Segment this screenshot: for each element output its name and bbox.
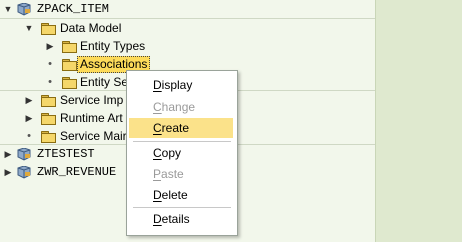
menu-item-display[interactable]: Display [129, 75, 233, 95]
collapse-arrow-icon[interactable]: ▶ [45, 37, 55, 55]
leaf-dot-icon: • [27, 130, 31, 142]
folder-icon [41, 95, 56, 107]
service-project-icon [17, 148, 31, 161]
menu-item-copy[interactable]: Copy [129, 143, 233, 163]
detail-pane [375, 0, 462, 242]
menu-separator [133, 141, 231, 142]
collapse-arrow-icon[interactable]: ▶ [24, 91, 34, 109]
tree-node-label: ZWR_REVENUE [37, 165, 117, 179]
collapse-arrow-icon[interactable]: ▶ [24, 109, 34, 127]
tree-node-label: Service Imp [60, 93, 124, 107]
tree-node-entity-types[interactable]: ▶ Entity Types [0, 37, 375, 55]
leaf-dot-icon: • [48, 76, 52, 88]
menu-item-label: Display [153, 78, 193, 92]
tree-node-zpack-item[interactable]: ▼ ZPACK_ITEM [0, 0, 375, 18]
tree-node-label: ZTESTEST [37, 147, 95, 161]
service-project-icon [17, 3, 31, 16]
menu-item-label: Create [153, 121, 190, 135]
folder-icon [62, 77, 77, 89]
tree-node-label: Entity Se [80, 75, 129, 89]
collapse-arrow-icon[interactable]: ▶ [3, 145, 13, 163]
tree-node-label: Data Model [60, 21, 122, 35]
menu-item-label: Copy [153, 146, 182, 160]
service-project-icon [17, 166, 31, 179]
menu-separator [133, 207, 231, 208]
menu-item-create[interactable]: Create [129, 118, 233, 138]
folder-icon [41, 23, 56, 35]
expand-arrow-icon[interactable]: ▼ [3, 0, 13, 18]
menu-item-delete[interactable]: Delete [129, 185, 233, 205]
tree-node-label: Service Mair [60, 129, 127, 143]
expand-arrow-icon[interactable]: ▼ [24, 19, 34, 37]
menu-item-details[interactable]: Details [129, 209, 233, 229]
collapse-arrow-icon[interactable]: ▶ [3, 163, 13, 181]
folder-icon [41, 131, 56, 143]
menu-item-change[interactable]: Change [129, 97, 233, 117]
tree-node-label: Entity Types [80, 39, 146, 53]
tree-node-data-model[interactable]: ▼ Data Model [0, 19, 375, 37]
folder-icon [62, 41, 77, 53]
menu-item-label: Details [153, 212, 190, 226]
menu-item-paste[interactable]: Paste [129, 164, 233, 184]
menu-item-label: Paste [153, 167, 184, 181]
leaf-dot-icon: • [48, 58, 52, 70]
menu-item-label: Change [153, 100, 196, 114]
tree-node-label: Runtime Art [60, 111, 123, 125]
context-menu: Display Change Create Copy Paste Delete … [126, 70, 238, 236]
folder-icon [41, 113, 56, 125]
tree-node-label: ZPACK_ITEM [37, 2, 110, 16]
folder-icon [62, 59, 77, 71]
menu-item-label: Delete [153, 188, 188, 202]
